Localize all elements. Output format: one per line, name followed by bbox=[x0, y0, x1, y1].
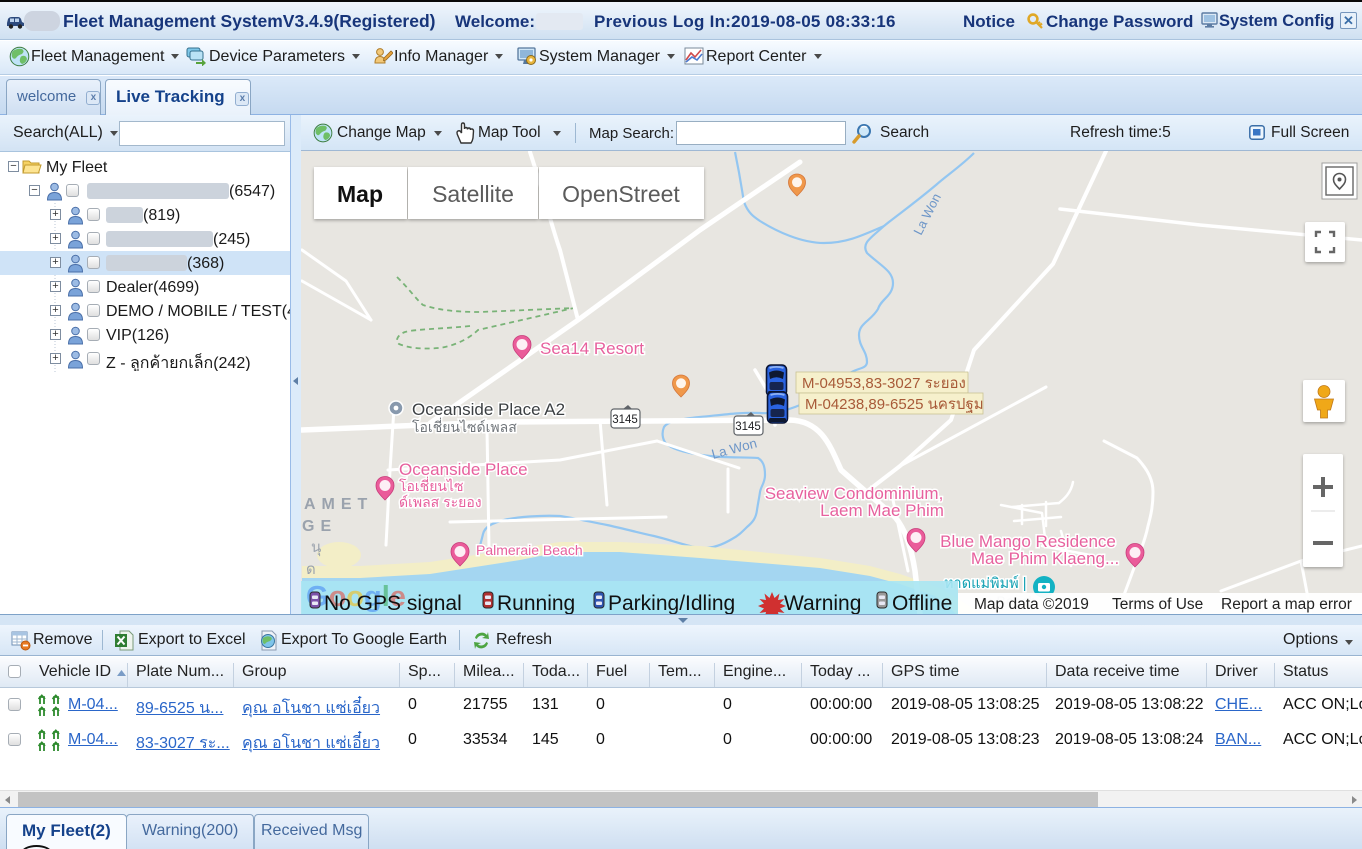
svg-text:M-04238,89-6525 นครปฐม: M-04238,89-6525 นครปฐม bbox=[805, 396, 984, 413]
svg-text:OpenStreet: OpenStreet bbox=[562, 181, 680, 207]
svg-text:Mae Phim Klaeng...: Mae Phim Klaeng... bbox=[971, 549, 1119, 568]
svg-text:Running: Running bbox=[497, 592, 575, 614]
svg-text:Parking/Idling: Parking/Idling bbox=[608, 592, 735, 614]
svg-text:Sea14 Resort: Sea14 Resort bbox=[540, 339, 644, 358]
svg-text:Offline: Offline bbox=[892, 592, 952, 614]
svg-text:ด์เพลส ระยอง: ด์เพลส ระยอง bbox=[399, 494, 482, 510]
svg-text:AMET: AMET bbox=[304, 496, 373, 513]
svg-text:M-04953,83-3027 ระยอง: M-04953,83-3027 ระยอง bbox=[802, 375, 966, 392]
svg-text:GE: GE bbox=[302, 518, 337, 535]
svg-text:Report a map error: Report a map error bbox=[1221, 596, 1352, 613]
svg-text:นุ: นุ bbox=[311, 539, 321, 557]
svg-text:Terms of Use: Terms of Use bbox=[1112, 596, 1203, 613]
svg-text:โอเชี่ยนไซ: โอเชี่ยนไซ bbox=[399, 477, 464, 494]
svg-text:Palmeraie Beach: Palmeraie Beach bbox=[476, 542, 583, 558]
svg-text:3145: 3145 bbox=[612, 414, 638, 426]
svg-text:Map data ©2019: Map data ©2019 bbox=[974, 596, 1089, 613]
svg-text:Map: Map bbox=[337, 181, 383, 207]
svg-text:Oceanside Place A2: Oceanside Place A2 bbox=[412, 400, 565, 419]
svg-text:Laem Mae Phim: Laem Mae Phim bbox=[820, 501, 944, 520]
svg-text:โอเชี่ยนไซด์เพลส: โอเชี่ยนไซด์เพลส bbox=[412, 418, 517, 435]
svg-text:Warning: Warning bbox=[784, 592, 861, 614]
svg-text:No GPS signal: No GPS signal bbox=[324, 592, 462, 614]
svg-text:3145: 3145 bbox=[735, 421, 761, 433]
svg-text:Satellite: Satellite bbox=[432, 181, 514, 207]
svg-text:ด: ด bbox=[306, 561, 316, 578]
svg-text:Oceanside Place: Oceanside Place bbox=[399, 460, 528, 479]
